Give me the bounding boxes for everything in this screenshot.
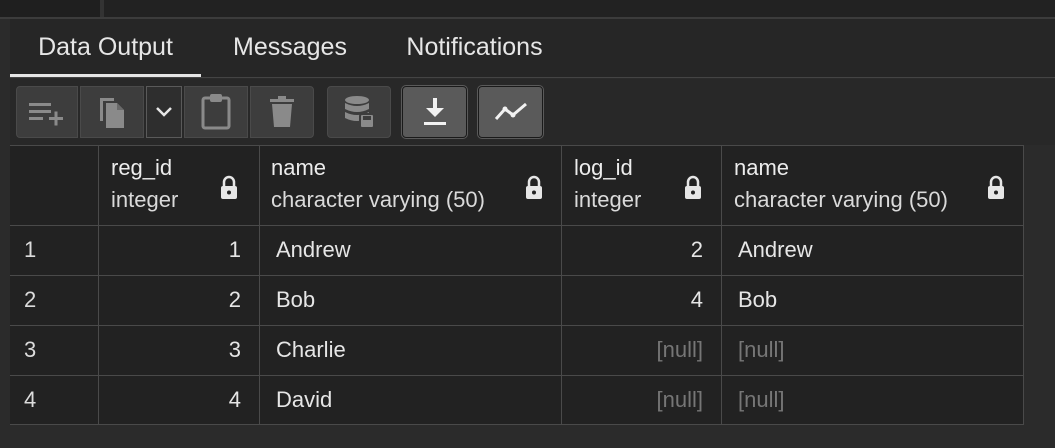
paste-icon (200, 93, 232, 131)
table-cell[interactable]: Bob (722, 275, 1023, 325)
lock-icon (524, 175, 544, 206)
data-toolbar (10, 79, 1055, 145)
chevron-down-icon (155, 106, 173, 118)
table-cell[interactable]: Andrew (722, 225, 1023, 275)
column-header-name[interactable]: name character varying (50) (260, 145, 561, 225)
lock-icon (683, 175, 703, 206)
paste-button[interactable] (184, 86, 248, 138)
row-number[interactable]: 2 (10, 275, 98, 325)
tab-notifications[interactable]: Notifications (382, 19, 567, 77)
row-number[interactable]: 3 (10, 325, 98, 375)
null-cell[interactable]: [null] (722, 375, 1023, 425)
column-header-name-2[interactable]: name character varying (50) (722, 145, 1024, 225)
grid-footer (10, 425, 1055, 448)
null-cell[interactable]: [null] (562, 375, 721, 425)
tab-messages[interactable]: Messages (209, 19, 371, 77)
editor-strip (0, 0, 1055, 19)
column-type: integer (111, 187, 179, 212)
row-number[interactable]: 1 (10, 225, 98, 275)
table-cell[interactable]: 1 (99, 225, 259, 275)
download-button[interactable] (401, 85, 468, 139)
table-cell[interactable]: 2 (99, 275, 259, 325)
column-type: integer (574, 187, 642, 212)
tab-data-output[interactable]: Data Output (10, 19, 201, 77)
column-type: character varying (50) (271, 187, 485, 212)
column-divider[interactable] (1023, 145, 1024, 425)
save-data-icon (342, 94, 376, 130)
graph-visualiser-button[interactable] (477, 85, 544, 139)
table-cell[interactable]: Charlie (260, 325, 561, 375)
lock-icon (219, 175, 239, 206)
panel-left-edge (0, 19, 10, 448)
column-name: name (734, 155, 790, 180)
result-tabs: Data Output Messages Notifications (10, 19, 1055, 78)
table-cell[interactable]: David (260, 375, 561, 425)
download-icon (420, 96, 450, 128)
column-name: reg_id (111, 155, 173, 180)
copy-button[interactable] (80, 86, 144, 138)
delete-icon (268, 95, 296, 129)
row-divider (10, 145, 1024, 146)
table-cell[interactable]: 2 (562, 225, 721, 275)
copy-icon (95, 94, 129, 130)
column-header-log-id[interactable]: log_id integer (562, 145, 720, 225)
lock-icon (986, 175, 1006, 206)
table-cell[interactable]: 4 (99, 375, 259, 425)
null-cell[interactable]: [null] (562, 325, 721, 375)
query-result-panel: Data Output Messages Notifications reg_i… (0, 0, 1055, 448)
gutter-divider (100, 0, 104, 17)
column-header-reg-id[interactable]: reg_id integer (99, 145, 259, 225)
graph-icon (493, 100, 529, 124)
table-cell[interactable]: Bob (260, 275, 561, 325)
add-row-icon (27, 97, 67, 127)
table-cell[interactable]: 3 (99, 325, 259, 375)
result-grid: reg_id integer name character varying (5… (10, 145, 1024, 425)
null-cell[interactable]: [null] (722, 325, 1023, 375)
column-type: character varying (50) (734, 187, 948, 212)
line-gutter (0, 0, 100, 17)
delete-button[interactable] (250, 86, 314, 138)
table-cell[interactable]: 4 (562, 275, 721, 325)
column-name: log_id (574, 155, 633, 180)
save-data-button[interactable] (327, 86, 391, 138)
add-row-button[interactable] (16, 86, 78, 138)
column-name: name (271, 155, 327, 180)
row-number[interactable]: 4 (10, 375, 98, 425)
copy-options-dropdown[interactable] (146, 86, 182, 138)
table-cell[interactable]: Andrew (260, 225, 561, 275)
